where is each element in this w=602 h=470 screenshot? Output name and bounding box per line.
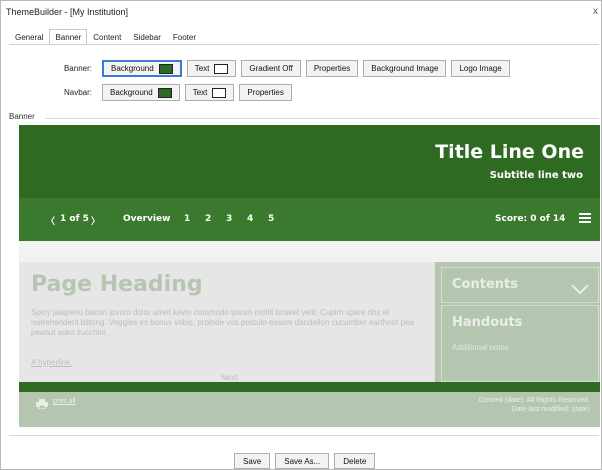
preview-title: Title Line One xyxy=(435,141,584,163)
navbar-properties-button[interactable]: Properties xyxy=(239,84,292,101)
nav-page-3[interactable]: 3 xyxy=(226,214,232,224)
action-buttons: Save Save As... Delete xyxy=(234,453,376,469)
banner-text-button[interactable]: Text xyxy=(186,60,237,77)
nav-score: Score: 0 of 14 xyxy=(495,214,566,224)
nav-page-5[interactable]: 5 xyxy=(268,214,274,224)
contents-panel[interactable]: Contents xyxy=(441,267,599,303)
nav-page-2[interactable]: 2 xyxy=(205,214,211,224)
banner-properties-button[interactable]: Properties xyxy=(305,60,359,77)
themebuilder-window: ThemeBuilder - [My Institution] x Genera… xyxy=(0,0,602,470)
footer-accent-bar xyxy=(19,382,600,392)
nav-page-4[interactable]: 4 xyxy=(247,214,253,224)
delete-button[interactable]: Delete xyxy=(334,453,376,469)
print-all-link[interactable]: print all xyxy=(53,398,76,405)
hamburger-menu-icon[interactable] xyxy=(579,213,591,223)
tab-content[interactable]: Content xyxy=(87,29,127,45)
banner-logo-image-button[interactable]: Logo Image xyxy=(451,60,510,77)
tab-banner[interactable]: Banner xyxy=(49,29,88,45)
additional-notes: Additional notes xyxy=(452,343,509,352)
banner-gradient-button[interactable]: Gradient Off xyxy=(241,60,301,77)
navbar-background-label: Background xyxy=(110,88,153,97)
preview-subtitle: Subtitle line two xyxy=(489,170,583,181)
banner-text-swatch xyxy=(214,63,229,74)
navbar-options-row: Navbar: Background Text Properties xyxy=(1,84,292,101)
navbar-background-button[interactable]: Background xyxy=(102,84,180,101)
next-page-icon[interactable]: 〉 xyxy=(91,214,100,227)
banner-background-label: Background xyxy=(111,64,154,73)
handouts-panel: Handouts Additional notes xyxy=(441,305,599,382)
footer-copyright: Content (date). All Rights Reserved. xyxy=(478,397,590,404)
preview-banner: Title Line One Subtitle line two xyxy=(19,125,600,198)
footer-modified: Date last modified: (date) xyxy=(511,406,590,413)
printer-icon[interactable] xyxy=(36,399,48,409)
preview-footer: print all Content (date). All Rights Res… xyxy=(19,392,600,427)
group-divider xyxy=(45,118,599,119)
navbar-text-swatch xyxy=(212,87,227,98)
contents-title: Contents xyxy=(452,277,518,292)
navbar-row-label: Navbar: xyxy=(63,88,92,97)
banner-background-button[interactable]: Background xyxy=(102,60,182,77)
nav-overview-link[interactable]: Overview xyxy=(123,214,170,224)
tab-footer[interactable]: Footer xyxy=(167,29,202,45)
window-title: ThemeBuilder - [My Institution] xyxy=(6,7,129,17)
banner-text-label: Text xyxy=(194,64,210,73)
navbar-text-button[interactable]: Text xyxy=(184,84,235,101)
banner-background-swatch xyxy=(158,63,173,74)
tab-sidebar[interactable]: Sidebar xyxy=(127,29,167,45)
tab-general[interactable]: General xyxy=(9,29,49,45)
tab-strip: General Banner Content Sidebar Footer xyxy=(9,29,202,45)
banner-background-image-button[interactable]: Background Image xyxy=(363,60,447,77)
close-icon[interactable]: x xyxy=(593,6,598,17)
save-button[interactable]: Save xyxy=(234,453,271,469)
next-button-label[interactable]: Next xyxy=(221,373,237,382)
title-bar: ThemeBuilder - [My Institution] x xyxy=(1,1,601,23)
page-position: 1 of 5 xyxy=(60,214,89,224)
preview-main-content: Page Heading Spicy jalapeno bacon ipsum … xyxy=(19,262,435,382)
bottom-divider xyxy=(9,435,599,436)
chevron-down-icon xyxy=(571,277,589,295)
preview-sidebar: Contents Handouts Additional notes xyxy=(435,262,600,382)
preview-navbar: 〈 1 of 5 〉 Overview 1 2 3 4 5 Score: 0 o… xyxy=(19,198,600,241)
prev-page-icon[interactable]: 〈 xyxy=(46,214,55,227)
navbar-background-swatch xyxy=(157,87,172,98)
tab-divider xyxy=(9,44,599,45)
preview-strip xyxy=(19,241,600,262)
banner-options-row: Banner: Background Text Gradient Off Pro… xyxy=(1,60,510,77)
handouts-title: Handouts xyxy=(452,315,523,330)
theme-preview: Title Line One Subtitle line two 〈 1 of … xyxy=(19,125,600,427)
banner-row-label: Banner: xyxy=(63,64,92,73)
body-paragraph: Spicy jalapeno bacon ipsum dolor amet ke… xyxy=(31,308,414,337)
nav-page-1[interactable]: 1 xyxy=(184,214,190,224)
page-heading: Page Heading xyxy=(31,272,203,297)
save-as-button[interactable]: Save As... xyxy=(275,453,330,469)
navbar-text-label: Text xyxy=(192,88,208,97)
banner-group-label: Banner xyxy=(9,112,35,121)
sample-hyperlink[interactable]: A hyperlink. xyxy=(31,358,72,367)
